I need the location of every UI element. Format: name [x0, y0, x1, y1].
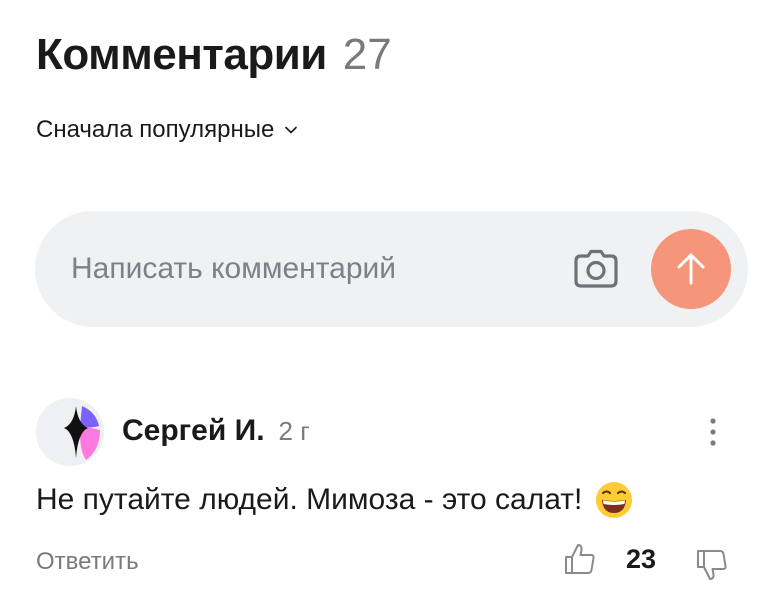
thumbs-up-icon — [565, 544, 595, 574]
chevron-down-icon — [284, 123, 298, 137]
camera-icon — [574, 249, 618, 288]
comment-composer — [35, 211, 748, 327]
vertical-dots-icon — [710, 418, 716, 446]
comment-item: Сергей И. 2 г Не путайте людей. Мимоза -… — [0, 394, 782, 600]
like-button[interactable] — [563, 542, 597, 576]
send-button[interactable] — [651, 229, 731, 309]
dislike-button[interactable] — [695, 548, 729, 582]
comments-count: 27 — [342, 30, 392, 79]
more-options-button[interactable] — [700, 414, 726, 450]
thumbs-down-icon — [697, 550, 727, 580]
grinning-face-emoji-icon — [594, 480, 634, 520]
comment-text: Не путайте людей. Мимоза - это салат! — [36, 483, 583, 516]
sort-dropdown[interactable]: Сначала популярные — [36, 116, 298, 144]
reply-button[interactable]: Ответить — [36, 548, 139, 576]
comment-meta: Сергей И. 2 г — [122, 414, 310, 448]
arrow-up-icon — [677, 253, 705, 285]
avatar-image — [36, 398, 104, 466]
like-count: 23 — [626, 544, 657, 574]
avatar[interactable] — [36, 398, 104, 466]
comments-header: Комментарии 27 — [36, 30, 392, 80]
sort-label: Сначала популярные — [36, 116, 275, 143]
comment-author[interactable]: Сергей И. — [122, 414, 265, 448]
comment-input[interactable] — [71, 211, 551, 327]
comment-time: 2 г — [278, 416, 310, 446]
comments-title: Комментарии — [36, 30, 327, 79]
camera-button[interactable] — [573, 247, 619, 291]
comment-body: Не путайте людей. Мимоза - это салат! — [36, 480, 634, 520]
